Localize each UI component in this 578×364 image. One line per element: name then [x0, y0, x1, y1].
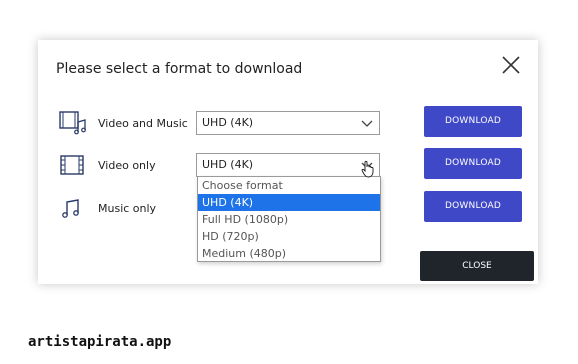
dropdown-option-selected[interactable]: UHD (4K) [198, 194, 380, 211]
format-dropdown-list: Choose format UHD (4K) Full HD (1080p) H… [197, 176, 381, 262]
chevron-down-icon [361, 120, 373, 127]
hand-cursor-icon [361, 160, 374, 178]
download-button-music-only[interactable]: DOWNLOAD [424, 191, 522, 222]
dropdown-option[interactable]: Medium (480p) [198, 245, 380, 262]
video-music-icon [59, 111, 86, 135]
dropdown-option[interactable]: Choose format [198, 177, 380, 194]
film-icon [60, 155, 84, 175]
dialog-title: Please select a format to download [56, 61, 303, 77]
download-button-video-only[interactable]: DOWNLOAD [424, 148, 522, 179]
watermark: artistapirata.app [28, 334, 172, 350]
format-select-video-only[interactable]: UHD (4K) [196, 153, 380, 177]
close-button[interactable]: CLOSE [420, 251, 534, 281]
select-value: UHD (4K) [202, 158, 254, 171]
select-value: UHD (4K) [202, 116, 254, 129]
dropdown-option[interactable]: Full HD (1080p) [198, 211, 380, 228]
row-label-video-music: Video and Music [98, 117, 188, 130]
music-note-icon [62, 199, 79, 218]
format-select-video-music[interactable]: UHD (4K) [196, 111, 380, 135]
row-label-music-only: Music only [98, 202, 157, 215]
dropdown-option[interactable]: HD (720p) [198, 228, 380, 245]
row-label-video-only: Video only [98, 159, 156, 172]
close-icon[interactable] [500, 54, 522, 76]
download-button-video-music[interactable]: DOWNLOAD [424, 106, 522, 137]
